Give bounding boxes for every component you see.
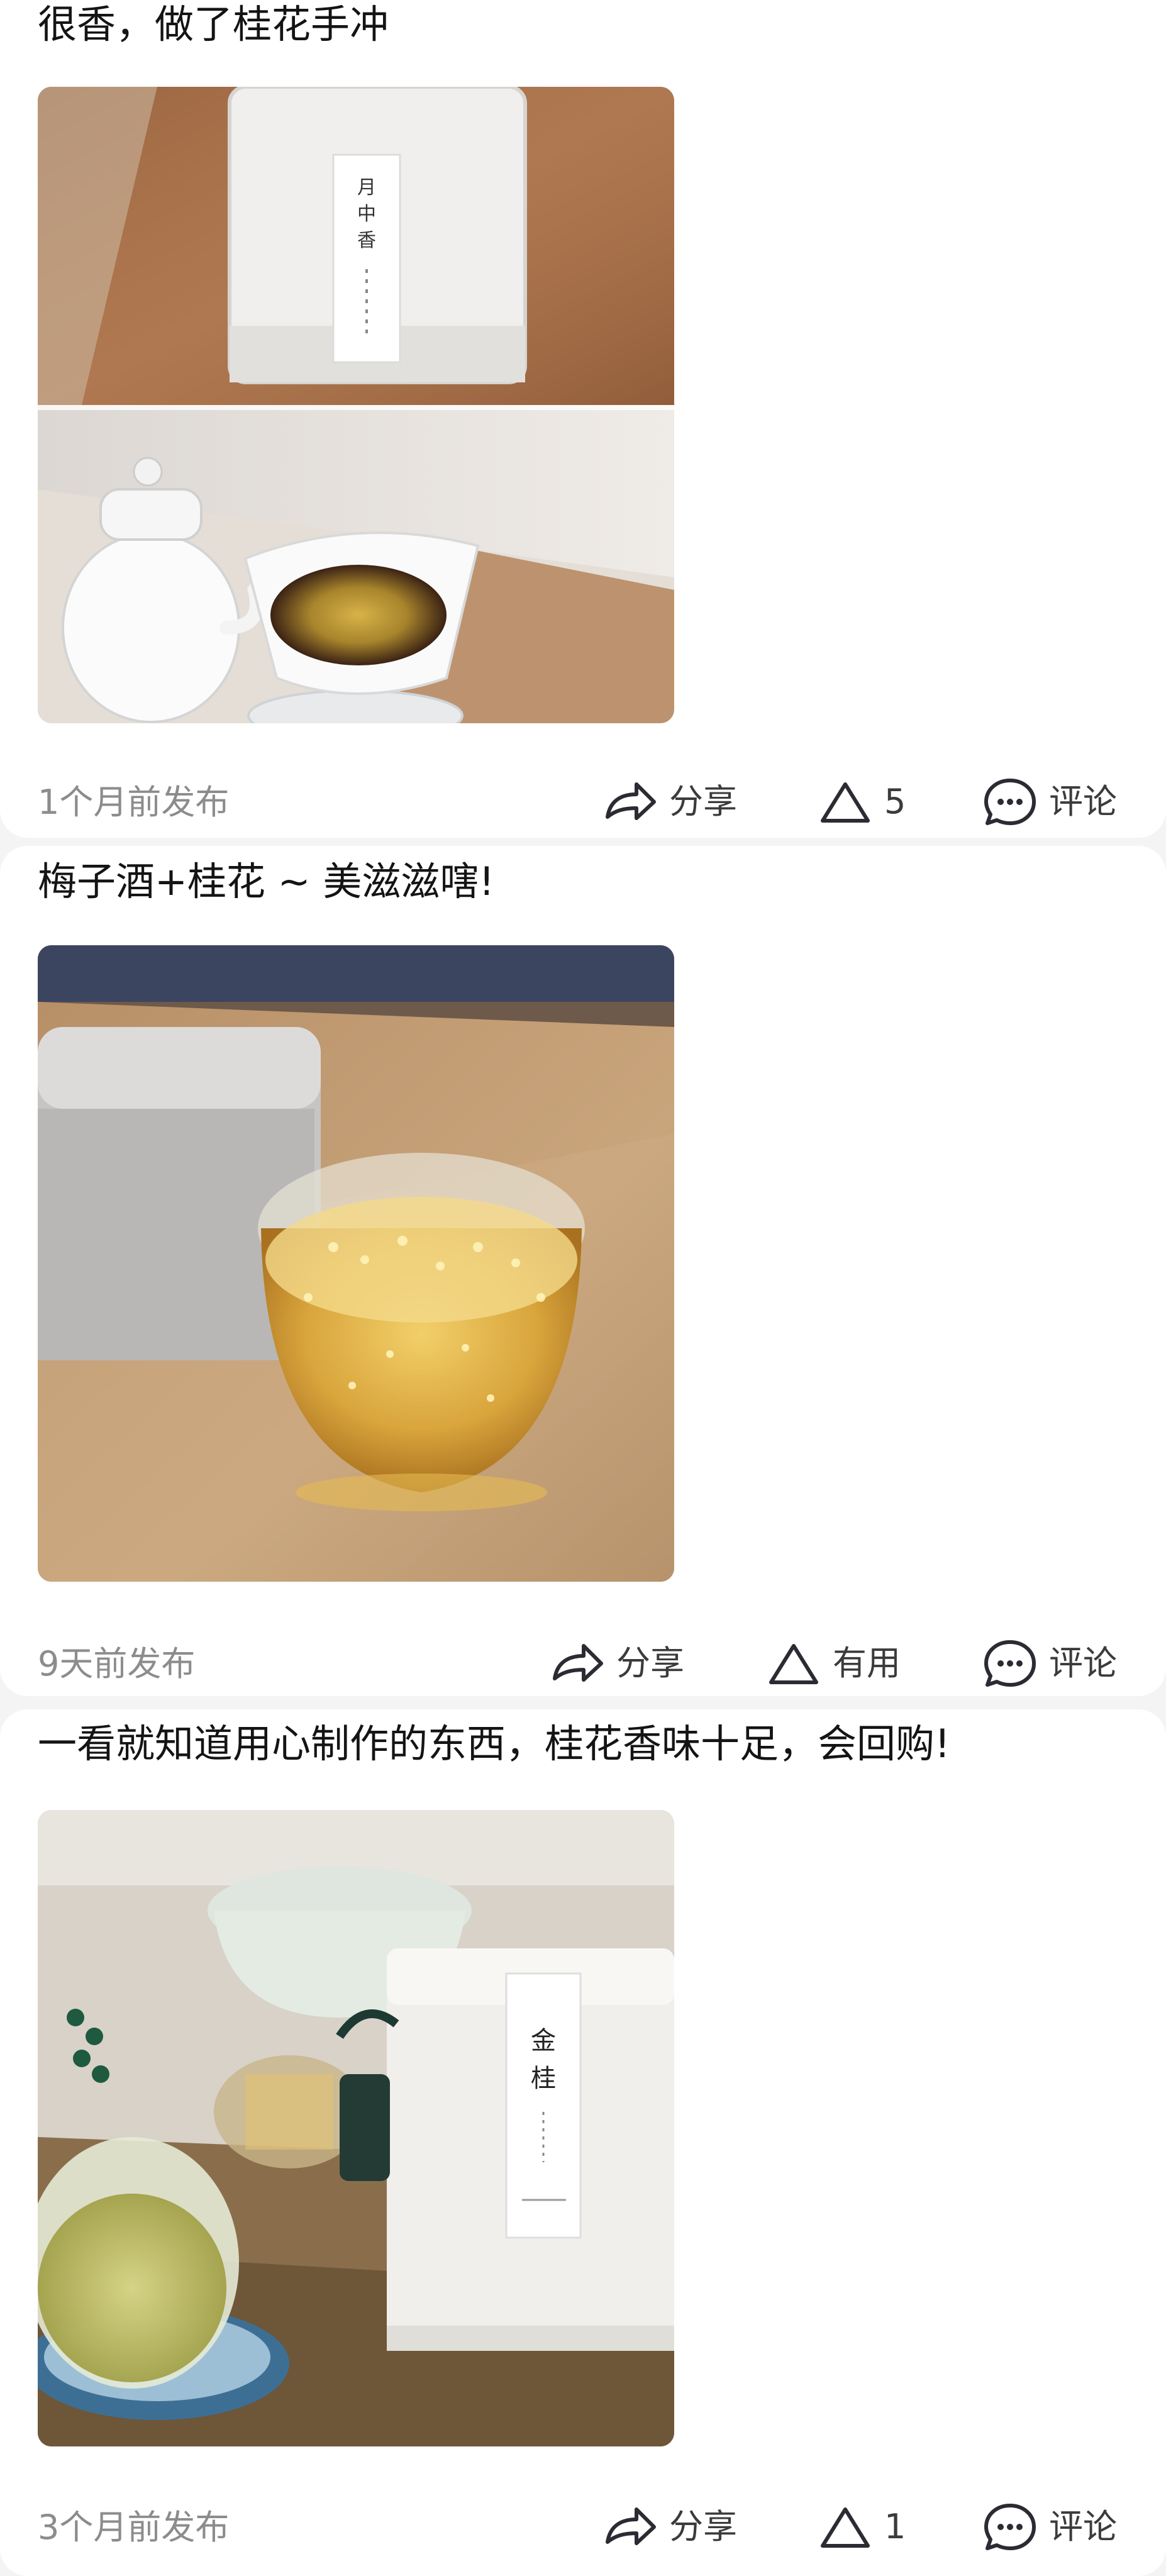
- share-label: 分享: [669, 782, 737, 821]
- post-meta-row: 9天前发布 分享 有用 评论: [0, 1632, 1166, 1695]
- like-label: 有用: [833, 1643, 901, 1683]
- svg-text:桂: 桂: [531, 2064, 556, 2093]
- comment-label: 评论: [1049, 2507, 1117, 2546]
- svg-text:月: 月: [357, 177, 376, 199]
- triangle-useful-icon: [766, 1638, 821, 1689]
- comment-button[interactable]: 评论: [982, 777, 1117, 827]
- review-post: 很香，做了桂花手冲 月 中 香 1个月前发布 分享 5 评论: [0, 0, 1166, 838]
- post-text: 很香，做了桂花手冲: [38, 1, 389, 47]
- like-count: 1: [884, 2507, 906, 2546]
- svg-text:金: 金: [531, 2026, 556, 2055]
- post-image[interactable]: 月 中 香: [38, 87, 674, 723]
- review-post: 梅子酒+桂花 ~ 美滋滋嗐! 9天前发布 分享 有用 评论: [0, 846, 1166, 1696]
- triangle-useful-icon: [818, 777, 873, 827]
- post-image[interactable]: [38, 945, 674, 1582]
- comment-bubble-icon: [982, 1638, 1038, 1689]
- share-arrow-icon: [550, 1638, 605, 1689]
- share-button[interactable]: 分享: [602, 2502, 737, 2552]
- post-meta-row: 1个月前发布 分享 5 评论: [0, 770, 1166, 833]
- comment-button[interactable]: 评论: [982, 1638, 1117, 1689]
- triangle-useful-icon: [818, 2502, 873, 2552]
- share-arrow-icon: [602, 2502, 658, 2552]
- review-feed: 很香，做了桂花手冲 月 中 香 1个月前发布 分享 5 评论 梅子酒+桂花 ~ …: [0, 0, 1166, 2576]
- svg-text:香: 香: [357, 230, 376, 252]
- share-button[interactable]: 分享: [550, 1638, 684, 1689]
- comment-button[interactable]: 评论: [982, 2502, 1117, 2552]
- post-timestamp: 3个月前发布: [38, 2507, 230, 2547]
- review-post: 一看就知道用心制作的东西，桂花香味十足，会回购! 金 桂 3个月前发布 分享 1…: [0, 1709, 1166, 2576]
- comment-bubble-icon: [982, 2502, 1038, 2552]
- like-button[interactable]: 有用: [766, 1638, 901, 1689]
- share-button[interactable]: 分享: [602, 777, 737, 827]
- like-button[interactable]: 1: [818, 2502, 906, 2552]
- comment-label: 评论: [1049, 1643, 1117, 1683]
- photo-coffee-pourover: 月 中 香: [38, 87, 674, 723]
- like-button[interactable]: 5: [818, 777, 906, 827]
- post-timestamp: 9天前发布: [38, 1644, 196, 1684]
- comment-bubble-icon: [982, 777, 1038, 827]
- svg-text:中: 中: [357, 203, 376, 225]
- post-meta-row: 3个月前发布 分享 1 评论: [0, 2496, 1166, 2558]
- post-text: 梅子酒+桂花 ~ 美滋滋嗐!: [38, 858, 495, 904]
- share-label: 分享: [616, 1643, 684, 1683]
- share-arrow-icon: [602, 777, 658, 827]
- like-count: 5: [884, 782, 906, 821]
- post-text: 一看就知道用心制作的东西，桂花香味十足，会回购!: [38, 1721, 950, 1767]
- comment-label: 评论: [1049, 782, 1117, 821]
- post-timestamp: 1个月前发布: [38, 782, 230, 822]
- share-label: 分享: [669, 2507, 737, 2546]
- photo-plum-wine: [38, 945, 674, 1582]
- photo-osmanthus-tea: 金 桂: [38, 1810, 674, 2446]
- post-image[interactable]: 金 桂: [38, 1810, 674, 2446]
